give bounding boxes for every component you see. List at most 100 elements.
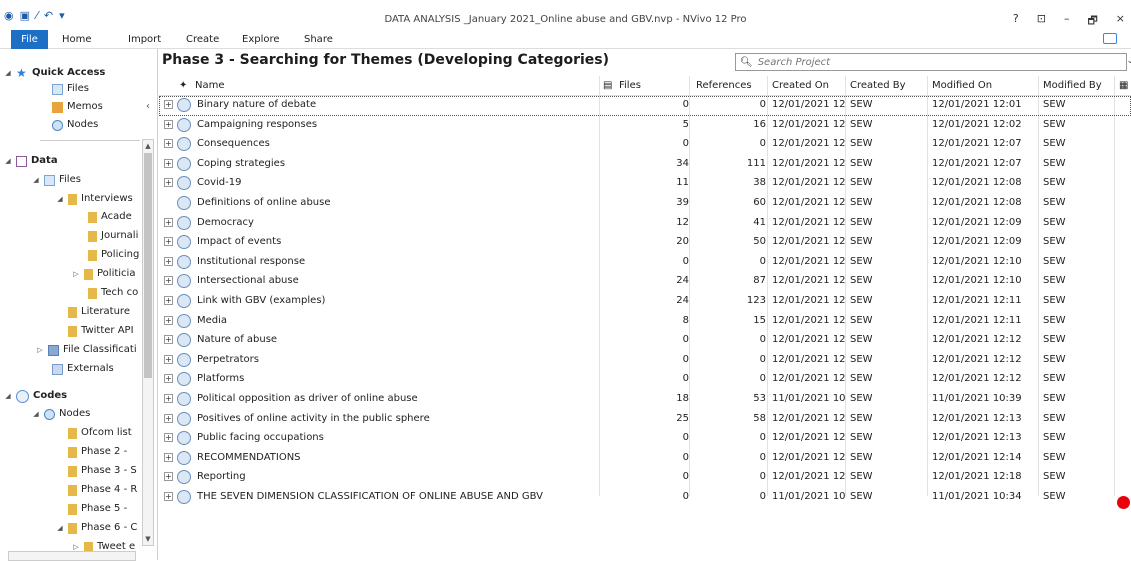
- nav-twitter[interactable]: Twitter API: [68, 322, 134, 340]
- table-row[interactable]: + Binary nature of debate 0 0 12/01/2021 12 S…: [159, 96, 1131, 116]
- expand-arrow-icon[interactable]: ◢: [32, 405, 40, 423]
- col-modified-on[interactable]: Modified On: [932, 80, 992, 91]
- collapse-nav-icon[interactable]: ‹: [146, 101, 150, 112]
- nav-file-classifications[interactable]: ▷ File Classificati: [36, 341, 137, 359]
- tab-create[interactable]: Create: [186, 34, 219, 45]
- table-row[interactable]: + Media 8 15 12/01/2021 12 SEW 12/01/2021 12:1…: [159, 312, 1131, 332]
- table-row[interactable]: + Campaigning responses 5 16 12/01/2021 12 SE…: [159, 116, 1131, 136]
- table-row[interactable]: + Reporting 0 0 12/01/2021 12 SEW 12/01/2021 1…: [159, 468, 1131, 488]
- nav-ofcom-list[interactable]: Ofcom list: [68, 424, 132, 442]
- expand-toggle-icon[interactable]: +: [164, 452, 173, 462]
- expand-toggle-icon[interactable]: +: [164, 119, 173, 129]
- nav-externals[interactable]: Externals: [52, 360, 114, 378]
- expand-arrow-icon[interactable]: ◢: [56, 190, 64, 208]
- tab-explore[interactable]: Explore: [242, 34, 280, 45]
- nav-tech[interactable]: Tech co: [88, 284, 138, 302]
- expand-arrow-icon[interactable]: ◢: [32, 171, 40, 189]
- table-row[interactable]: + Positives of online activity in the pub…: [159, 410, 1131, 430]
- table-row[interactable]: + Democracy 12 41 12/01/2021 12 SEW 12/01/2021…: [159, 214, 1131, 234]
- column-chooser-icon[interactable]: ▦: [1119, 80, 1128, 91]
- comments-icon[interactable]: [1103, 33, 1117, 44]
- minimize-button[interactable]: –: [1064, 12, 1070, 31]
- nav-qa-nodes[interactable]: Nodes: [52, 116, 98, 134]
- tab-file[interactable]: File: [11, 30, 48, 49]
- col-references[interactable]: References: [696, 80, 752, 91]
- nav-literature[interactable]: Literature: [68, 303, 130, 321]
- expand-toggle-icon[interactable]: +: [164, 256, 173, 266]
- table-row[interactable]: + Covid-19 11 38 12/01/2021 12 SEW 12/01/2021 …: [159, 174, 1131, 194]
- col-modified-by[interactable]: Modified By: [1043, 80, 1102, 91]
- table-row[interactable]: + Consequences 0 0 12/01/2021 12 SEW 12/01/202…: [159, 135, 1131, 155]
- expand-arrow-icon[interactable]: ◢: [4, 64, 12, 82]
- expand-toggle-icon[interactable]: +: [164, 492, 173, 501]
- expand-toggle-icon[interactable]: +: [164, 433, 173, 443]
- scroll-down-icon[interactable]: ▼: [143, 533, 153, 545]
- tab-home[interactable]: Home: [62, 34, 92, 45]
- nav-qa-memos[interactable]: Memos: [52, 98, 103, 116]
- table-row[interactable]: + RECOMMENDATIONS 0 0 12/01/2021 12 SEW 12/01/…: [159, 449, 1131, 469]
- expand-arrow-icon[interactable]: ◢: [4, 387, 12, 405]
- expand-toggle-icon[interactable]: +: [164, 394, 173, 403]
- expand-arrow-icon[interactable]: ◢: [56, 519, 64, 537]
- nav-phase-2[interactable]: Phase 2 -: [68, 443, 127, 461]
- pin-icon[interactable]: ✦: [179, 80, 187, 91]
- table-row[interactable]: + Intersectional abuse 24 87 12/01/2021 12 SE…: [159, 272, 1131, 292]
- restore-button[interactable]: 🗗: [1087, 12, 1097, 31]
- nav-acade[interactable]: Acade: [88, 208, 132, 226]
- expand-toggle-icon[interactable]: +: [164, 139, 173, 149]
- nav-files[interactable]: ◢ Files: [32, 171, 81, 189]
- table-row[interactable]: + Impact of events 20 50 12/01/2021 12 SEW 12/…: [159, 233, 1131, 253]
- expand-toggle-icon[interactable]: +: [164, 100, 173, 109]
- nav-phase-5[interactable]: Phase 5 -: [68, 500, 127, 518]
- table-row[interactable]: + THE SEVEN DIMENSION CLASSIFICATION OF O…: [159, 488, 1131, 508]
- table-row[interactable]: + Platforms 0 0 12/01/2021 12 SEW 12/01/2021 1…: [159, 370, 1131, 390]
- col-name[interactable]: Name: [195, 80, 225, 91]
- ribbon-display-button[interactable]: ⊡: [1037, 12, 1046, 31]
- help-button[interactable]: ?: [1013, 12, 1019, 31]
- expand-arrow-icon[interactable]: ◢: [4, 152, 12, 170]
- files-col-icon[interactable]: ▤: [603, 80, 612, 91]
- expand-toggle-icon[interactable]: +: [164, 158, 173, 168]
- table-row[interactable]: + Public facing occupations 0 0 12/01/2021 1…: [159, 429, 1131, 449]
- close-button[interactable]: ×: [1116, 12, 1125, 31]
- nav-interviews[interactable]: ◢ Interviews: [56, 190, 133, 208]
- collapsed-arrow-icon[interactable]: ▷: [36, 341, 44, 359]
- chevron-down-icon[interactable]: ⌄: [1126, 56, 1131, 66]
- nav-qa-files[interactable]: Files: [52, 80, 89, 98]
- table-row[interactable]: + Perpetrators 0 0 12/01/2021 12 SEW 12/01/202…: [159, 351, 1131, 371]
- table-row[interactable]: + Institutional response 0 0 12/01/2021 12 SE…: [159, 253, 1131, 273]
- nav-phase-6[interactable]: ◢ Phase 6 - C: [56, 519, 137, 537]
- table-row[interactable]: + Link with GBV (examples) 24 123 12/01/2021…: [159, 292, 1131, 312]
- expand-toggle-icon[interactable]: +: [164, 335, 173, 345]
- col-created-on[interactable]: Created On: [772, 80, 829, 91]
- table-row[interactable]: + Coping strategies 34 111 12/01/2021 12 SEW 1…: [159, 155, 1131, 175]
- nav-phase-3[interactable]: Phase 3 - S: [68, 462, 137, 480]
- nav-phase-4[interactable]: Phase 4 - R: [68, 481, 137, 499]
- expand-toggle-icon[interactable]: +: [164, 296, 173, 305]
- expand-toggle-icon[interactable]: +: [164, 472, 173, 482]
- tab-import[interactable]: Import: [128, 34, 161, 45]
- search-input[interactable]: [757, 56, 1078, 68]
- tab-share[interactable]: Share: [304, 34, 333, 45]
- table-row[interactable]: + Political opposition as driver of onlin…: [159, 390, 1131, 410]
- expand-toggle-icon[interactable]: +: [164, 217, 173, 227]
- table-row[interactable]: Definitions of online abuse 39 60 12/01/202…: [159, 194, 1131, 214]
- nav-vertical-scrollbar[interactable]: ▲ ▼: [142, 139, 154, 546]
- nav-journali[interactable]: Journali: [88, 227, 138, 245]
- table-row[interactable]: + Nature of abuse 0 0 12/01/2021 12 SEW 12/01/…: [159, 331, 1131, 351]
- nav-policing[interactable]: Policing: [88, 246, 139, 264]
- expand-toggle-icon[interactable]: +: [164, 315, 173, 325]
- nav-data[interactable]: ◢ Data: [4, 152, 58, 170]
- search-box[interactable]: 🔍︎ ⌄: [735, 53, 1131, 71]
- expand-toggle-icon[interactable]: +: [164, 276, 173, 286]
- nav-politicia[interactable]: ▷ Politicia: [72, 265, 135, 283]
- expand-toggle-icon[interactable]: +: [164, 413, 173, 423]
- col-created-by[interactable]: Created By: [850, 80, 906, 91]
- expand-toggle-icon[interactable]: +: [164, 237, 173, 247]
- expand-toggle-icon[interactable]: +: [164, 354, 173, 364]
- expand-toggle-icon[interactable]: +: [164, 374, 173, 384]
- nav-nodes[interactable]: ◢ Nodes: [32, 405, 90, 423]
- expand-toggle-icon[interactable]: +: [164, 178, 173, 188]
- scroll-thumb[interactable]: [144, 153, 152, 378]
- col-files[interactable]: Files: [619, 80, 641, 91]
